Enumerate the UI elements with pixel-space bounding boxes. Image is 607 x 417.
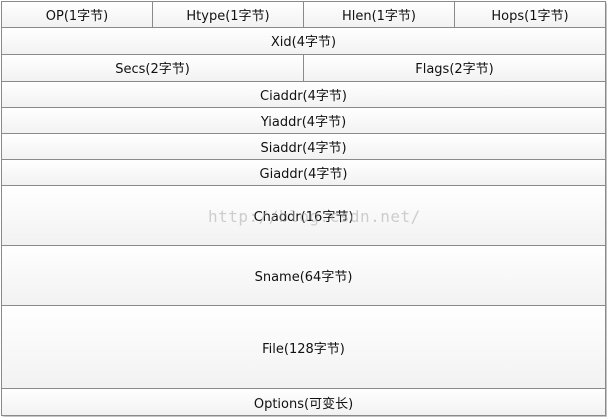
row-giaddr: Giaddr(4字节) — [2, 159, 605, 185]
dhcp-packet-format-diagram: OP(1字节) Htype(1字节) Hlen(1字节) Hops(1字节) X… — [1, 1, 606, 416]
row-xid: Xid(4字节) — [2, 27, 605, 54]
row-yiaddr: Yiaddr(4字节) — [2, 107, 605, 133]
row-file: File(128字节) — [2, 306, 605, 389]
row-op-htype-hlen-hops: OP(1字节) Htype(1字节) Hlen(1字节) Hops(1字节) — [2, 2, 605, 27]
field-htype: Htype(1字节) — [153, 2, 303, 27]
field-hops: Hops(1字节) — [455, 2, 605, 27]
field-sname: Sname(64字节) — [2, 246, 605, 306]
field-siaddr: Siaddr(4字节) — [2, 133, 605, 159]
row-secs-flags: Secs(2字节) Flags(2字节) — [2, 54, 605, 81]
row-chaddr: Chaddr(16字节) — [2, 185, 605, 246]
field-chaddr: Chaddr(16字节) — [2, 185, 605, 246]
row-sname: Sname(64字节) — [2, 246, 605, 306]
field-giaddr: Giaddr(4字节) — [2, 159, 605, 185]
field-options: Options(可变长) — [2, 389, 605, 415]
field-yiaddr: Yiaddr(4字节) — [2, 107, 605, 133]
field-op: OP(1字节) — [2, 2, 152, 27]
row-siaddr: Siaddr(4字节) — [2, 133, 605, 159]
field-flags: Flags(2字节) — [304, 54, 605, 81]
field-hlen: Hlen(1字节) — [304, 2, 454, 27]
field-secs: Secs(2字节) — [2, 54, 303, 81]
field-xid: Xid(4字节) — [2, 27, 605, 54]
row-options: Options(可变长) — [2, 389, 605, 415]
field-ciaddr: Ciaddr(4字节) — [2, 81, 605, 107]
row-ciaddr: Ciaddr(4字节) — [2, 81, 605, 107]
field-file: File(128字节) — [2, 306, 605, 389]
